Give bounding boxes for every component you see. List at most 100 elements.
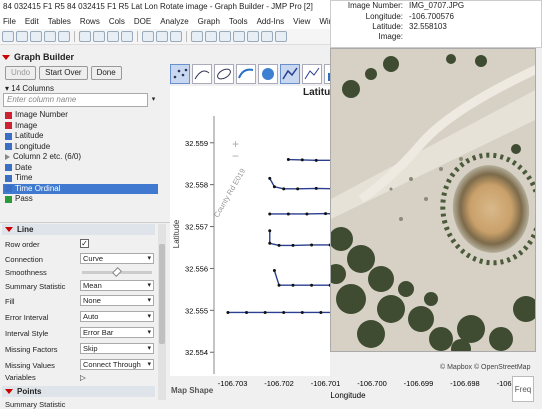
smoothness-slider[interactable] — [82, 267, 152, 277]
freq-drop-zone[interactable]: Freq — [512, 376, 534, 402]
interval-style-select[interactable]: Error Bar — [80, 327, 154, 338]
brush-tool-icon[interactable] — [219, 31, 231, 42]
save-icon[interactable] — [44, 31, 56, 42]
line-element-icon[interactable] — [280, 64, 300, 84]
columns-count-label[interactable]: ▾ 14 Columns — [5, 84, 54, 93]
data-point[interactable] — [310, 283, 314, 287]
column-search-input[interactable]: Enter column name — [3, 93, 148, 107]
hand-tool-icon[interactable] — [275, 31, 287, 42]
row-order-checkbox[interactable]: ✓ — [80, 239, 89, 248]
column-item-longitude[interactable]: Longitude — [3, 142, 158, 153]
zoom-out-icon[interactable]: − — [232, 149, 239, 163]
column-item-date[interactable]: Date — [3, 163, 158, 174]
points-section-header[interactable]: Points — [2, 386, 155, 397]
column-item-latitude[interactable]: Latitude — [3, 131, 158, 142]
menu-analyze[interactable]: Analyze — [160, 17, 188, 26]
data-point[interactable] — [277, 243, 281, 247]
collapse-chevron-icon[interactable]: ▾ — [5, 84, 9, 93]
data-point[interactable] — [245, 310, 249, 314]
points-element-icon[interactable] — [170, 64, 190, 84]
series-line[interactable] — [288, 158, 368, 162]
series-line[interactable] — [273, 270, 368, 286]
data-point[interactable] — [314, 186, 318, 190]
data-point[interactable] — [263, 310, 267, 314]
start-over-button[interactable]: Start Over — [39, 66, 88, 80]
column-item-group[interactable]: Column 2 etc. (6/0) — [3, 152, 158, 163]
series-line[interactable] — [269, 230, 368, 247]
fill-select[interactable]: None — [80, 295, 154, 306]
help-tool-icon[interactable] — [205, 31, 217, 42]
menu-edit[interactable]: Edit — [25, 17, 39, 26]
print-icon[interactable] — [58, 31, 70, 42]
data-point[interactable] — [268, 176, 272, 180]
column-item-image-number[interactable]: Image Number — [3, 110, 158, 121]
chart-icon[interactable] — [156, 31, 168, 42]
line-section-header[interactable]: Line — [2, 224, 155, 235]
open-data-icon[interactable] — [2, 31, 14, 42]
missing-values-select[interactable]: Connect Through — [80, 359, 154, 370]
menu-file[interactable]: File — [3, 17, 16, 26]
menu-view[interactable]: View — [293, 17, 310, 26]
area-element-icon[interactable] — [302, 64, 322, 84]
data-point[interactable] — [324, 212, 328, 216]
data-point[interactable] — [268, 229, 272, 233]
data-point[interactable] — [300, 310, 304, 314]
scrollbar-thumb[interactable] — [159, 244, 165, 344]
series-line[interactable] — [269, 178, 368, 190]
cut-icon[interactable] — [79, 31, 91, 42]
data-point[interactable] — [268, 212, 272, 216]
search-options-chevron-icon[interactable]: ▾ — [149, 93, 158, 107]
map-shape-drop-zone[interactable]: Map Shape — [171, 386, 213, 395]
data-point[interactable] — [277, 283, 281, 287]
arrow-tool-icon[interactable] — [191, 31, 203, 42]
data-point[interactable] — [310, 243, 314, 247]
column-item-image[interactable]: Image — [3, 121, 158, 132]
data-point[interactable] — [296, 187, 300, 191]
data-point[interactable] — [272, 269, 276, 273]
magnifier-tool-icon[interactable] — [261, 31, 273, 42]
smoother-element-icon[interactable] — [192, 64, 212, 84]
menu-tables[interactable]: Tables — [48, 17, 71, 26]
menu-add-ins[interactable]: Add-Ins — [257, 17, 285, 26]
ellipse-element-icon[interactable] — [214, 64, 234, 84]
menu-tools[interactable]: Tools — [229, 17, 248, 26]
data-point[interactable] — [291, 283, 295, 287]
crosshair-tool-icon[interactable] — [247, 31, 259, 42]
column-item-time[interactable]: Time — [3, 173, 158, 184]
properties-scrollbar[interactable] — [158, 224, 166, 400]
undo-button[interactable]: Undo — [5, 66, 37, 80]
data-point[interactable] — [314, 158, 318, 162]
open-file-icon[interactable] — [30, 31, 42, 42]
lasso-tool-icon[interactable] — [233, 31, 245, 42]
data-point[interactable] — [319, 310, 323, 314]
missing-factors-select[interactable]: Skip — [80, 343, 154, 354]
data-point[interactable] — [282, 310, 286, 314]
heatmap-element-icon[interactable] — [258, 64, 278, 84]
graph-canvas[interactable]: County Rd E019 Latitude + − 32.559 32.558… — [170, 86, 369, 376]
menu-doe[interactable]: DOE — [134, 17, 151, 26]
script-icon[interactable] — [121, 31, 133, 42]
menu-cols[interactable]: Cols — [109, 17, 125, 26]
error-interval-select[interactable]: Auto — [80, 311, 154, 322]
data-point[interactable] — [272, 185, 276, 189]
column-item-pass[interactable]: Pass — [3, 194, 158, 205]
contour-element-icon[interactable] — [236, 64, 256, 84]
data-point[interactable] — [268, 241, 272, 245]
table-icon[interactable] — [142, 31, 154, 42]
done-button[interactable]: Done — [90, 66, 122, 80]
connection-select[interactable]: Curve — [80, 253, 154, 264]
copy-icon[interactable] — [93, 31, 105, 42]
line-plot[interactable]: County Rd E019 Latitude + − 32.55932.558… — [170, 86, 369, 376]
variables-expand-icon[interactable]: ▷ — [80, 373, 86, 382]
stats-icon[interactable] — [170, 31, 182, 42]
data-point[interactable] — [300, 158, 304, 162]
data-point[interactable] — [282, 187, 286, 191]
menu-rows[interactable]: Rows — [80, 17, 100, 26]
expand-group-icon[interactable] — [5, 154, 10, 161]
new-data-icon[interactable] — [16, 31, 28, 42]
data-point[interactable] — [286, 212, 290, 216]
paste-icon[interactable] — [107, 31, 119, 42]
summary-statistic-select[interactable]: Mean — [80, 280, 154, 291]
data-point[interactable] — [226, 310, 230, 314]
red-triangle-menu-icon[interactable] — [2, 54, 10, 60]
